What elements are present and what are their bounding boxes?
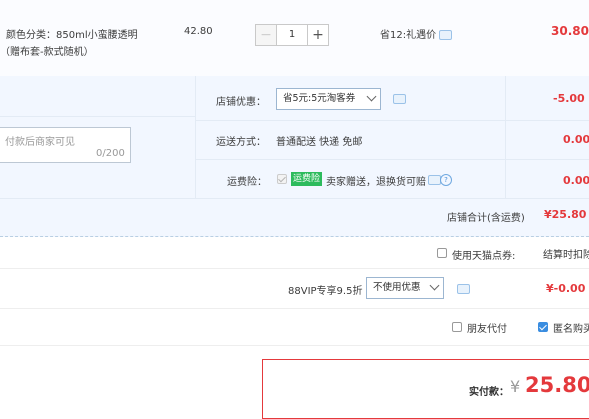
points-label: 使用天猫点券: [452,251,516,262]
unit-price: 42.80 [184,26,213,37]
question-icon[interactable]: ? [440,174,452,186]
vip-amount: ¥-0.00 [546,282,586,295]
shipping-label: 运送方式： [216,137,266,148]
quantity-minus-button[interactable]: − [255,24,277,46]
vip-label: 88VIP专享9.5折 [288,286,363,297]
chevron-down-icon [429,280,440,291]
sku-line-2: （赠布套-款式随机） [0,47,94,58]
shop-discount-amount: -5.00 [553,92,585,105]
friend-pay-label: 朋友代付 [467,324,507,335]
shop-discount-label: 店铺优惠： [216,97,266,108]
divider [0,345,589,346]
chevron-down-icon [366,91,377,102]
anonymous-label: 匿名购买 [553,324,589,335]
divider [0,268,589,269]
points-checkbox[interactable] [437,248,447,258]
shop-total-label: 店铺合计(含运费) [447,213,525,224]
seller-message-input[interactable]: 付款后商家可见 0/200 [0,127,131,163]
divider [0,198,589,199]
quantity-plus-button[interactable]: + [307,24,329,46]
divider [195,159,589,160]
shipping-value: 普通配送 快递 免邮 [276,137,363,148]
anonymous-checkbox[interactable] [538,322,548,332]
shipping-amount: 0.00 [563,133,589,146]
seller-message-placeholder: 付款后商家可见 [5,137,75,148]
pay-currency: ¥ [510,377,521,396]
divider [195,76,196,198]
chat-bubble-icon[interactable] [457,284,470,294]
chat-bubble-icon[interactable] [393,94,406,104]
item-promo: 省12:礼遇价 [380,30,437,41]
insurance-amount: 0.00 [563,174,589,187]
insurance-checkbox[interactable] [277,174,287,184]
sku-line-1: 颜色分类：850ml小蛮腰透明 [6,30,138,41]
shop-total-value: ¥25.80 [544,208,587,221]
divider [0,308,589,309]
divider [505,76,506,198]
item-subtotal: 30.80 [551,24,589,38]
pay-amount: 25.80 [525,373,589,397]
vip-select[interactable]: 不使用优惠 [366,277,444,299]
divider [195,120,589,121]
quantity-input[interactable]: 1 [277,24,307,46]
insurance-label: 运费险： [227,177,267,188]
friend-pay-checkbox[interactable] [452,322,462,332]
pay-label: 实付款： [469,387,509,398]
insurance-text: 卖家赠送，退换货可赔 [326,177,426,188]
points-settle-text: 结算时扣除 [543,250,589,261]
chat-bubble-icon[interactable] [439,30,452,40]
shop-discount-select-value: 省5元:5元淘客券 [283,93,356,104]
quantity-stepper: − 1 + [255,24,329,46]
shop-discount-select[interactable]: 省5元:5元淘客券 [276,88,381,110]
seller-message-counter: 0/200 [96,148,125,159]
vip-select-value: 不使用优惠 [373,282,421,293]
divider [0,116,195,117]
insurance-badge: 运费险 [291,172,323,186]
